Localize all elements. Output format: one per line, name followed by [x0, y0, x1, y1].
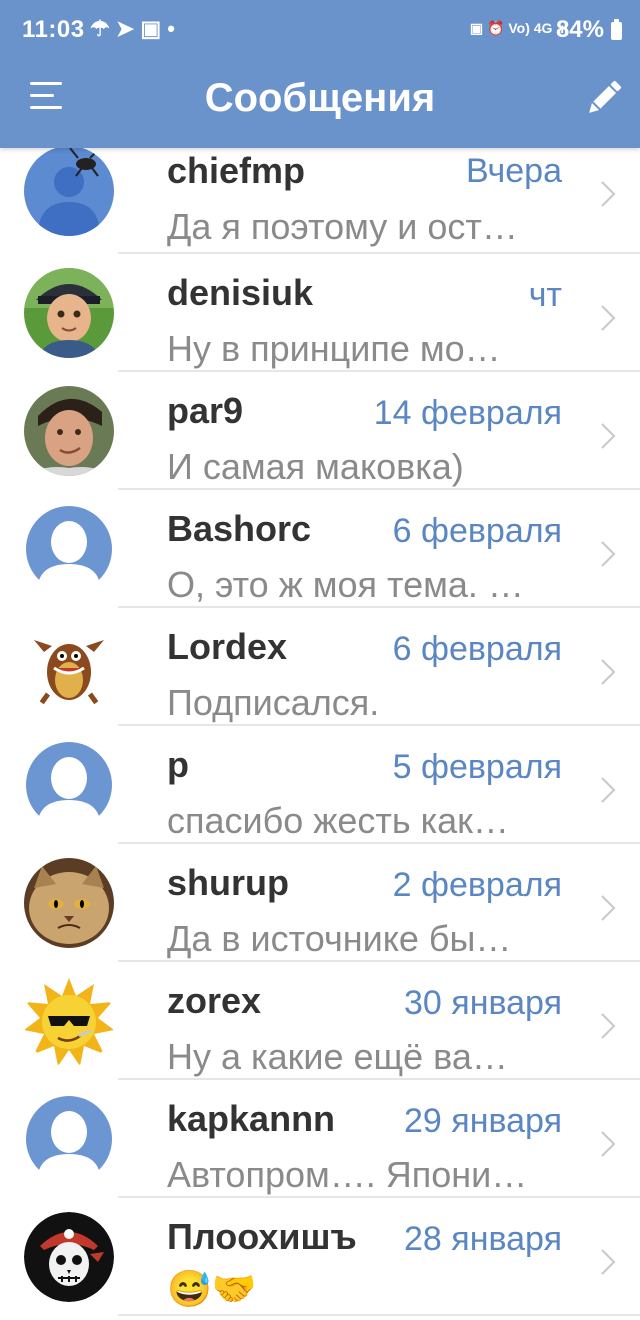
conversation-row[interactable]: shurup 2 февраля Да в источнике бы…: [0, 844, 640, 962]
message-preview: Подписался.: [167, 682, 380, 723]
conversation-row[interactable]: Bashorc 6 февраля О, это ж моя тема. …: [0, 490, 640, 608]
avatar: [24, 146, 114, 236]
conversation-row[interactable]: Lordex 6 февраля Подписался.: [0, 608, 640, 726]
divider: [118, 1314, 640, 1316]
avatar: [24, 1212, 114, 1302]
conversation-row[interactable]: denisiuk чт Ну в принципе мо…: [0, 254, 640, 372]
contact-name: chiefmp: [167, 150, 306, 191]
conversation-row[interactable]: Плоохишъ 28 января 😅🤝: [0, 1198, 640, 1316]
contact-name: shurup: [167, 862, 289, 903]
avatar: [24, 386, 114, 476]
status-time: 11:03: [22, 16, 85, 43]
message-preview: О, это ж моя тема. …: [167, 564, 524, 605]
avatar: [24, 740, 114, 830]
contact-name: zorex: [167, 980, 262, 1021]
chevron-right-icon: [601, 181, 616, 207]
notification-icons: ☂ ➤ ▣ •: [90, 16, 175, 41]
contact-name: Плоохишъ: [167, 1216, 357, 1257]
conversation-row[interactable]: p 5 февраля спасибо жесть как…: [0, 726, 640, 844]
page-title: Сообщения: [204, 76, 436, 120]
battery-icon: [611, 19, 622, 40]
message-date: 30 января: [404, 984, 562, 1022]
message-date: 6 февраля: [392, 630, 562, 668]
message-date: 14 февраля: [373, 394, 562, 432]
conversation-row[interactable]: chiefmp Вчера Да я поэтому и ост…: [0, 146, 640, 254]
message-date: 5 февраля: [392, 748, 562, 786]
avatar: [24, 1094, 114, 1184]
avatar: [24, 976, 114, 1066]
status-bar: 11:03 ☂ ➤ ▣ • ▣ ⏰ Vo) 4G .ıl 84%: [0, 0, 640, 62]
contact-name: denisiuk: [167, 272, 314, 313]
conversation-row[interactable]: kapkannn 29 января Автопром…. Япони…: [0, 1080, 640, 1198]
avatar: [24, 622, 114, 712]
chevron-right-icon: [601, 659, 616, 685]
contact-name: kapkannn: [167, 1098, 336, 1139]
message-preview: И самая маковка): [167, 446, 464, 487]
contact-name: p: [167, 744, 189, 785]
contact-name: Lordex: [167, 626, 288, 667]
message-preview: Автопром…. Япони…: [167, 1154, 528, 1195]
chevron-right-icon: [601, 1131, 616, 1157]
chevron-right-icon: [601, 423, 616, 449]
message-preview: Да я поэтому и ост…: [167, 206, 518, 247]
conversation-list: chiefmp Вчера Да я поэтому и ост… denisi…: [0, 146, 640, 1316]
message-date: 29 января: [404, 1102, 562, 1140]
message-preview: Ну а какие ещё ва…: [167, 1036, 508, 1077]
contact-name: Bashorc: [167, 508, 312, 549]
message-preview: спасибо жесть как…: [167, 800, 509, 841]
message-preview: Ну в принципе мо…: [167, 328, 501, 369]
battery-level: 84%: [555, 16, 604, 43]
message-date: 2 февраля: [392, 866, 562, 904]
chevron-right-icon: [601, 777, 616, 803]
chevron-right-icon: [601, 541, 616, 567]
app-header: 11:03 ☂ ➤ ▣ • ▣ ⏰ Vo) 4G .ıl 84% Сообщен…: [0, 0, 640, 148]
pencil-icon: [589, 80, 622, 113]
chevron-right-icon: [601, 1013, 616, 1039]
chevron-right-icon: [601, 305, 616, 331]
message-date: 6 февраля: [392, 512, 562, 550]
message-date: 28 января: [404, 1220, 562, 1258]
contact-name: par9: [167, 390, 244, 431]
avatar: [24, 504, 114, 594]
chevron-right-icon: [601, 895, 616, 921]
message-date: Вчера: [466, 152, 562, 190]
conversation-row[interactable]: par9 14 февраля И самая маковка): [0, 372, 640, 490]
system-icons: ▣ ⏰ Vo) 4G .ıl: [469, 20, 568, 36]
avatar: [24, 858, 114, 948]
message-date: чт: [528, 276, 562, 314]
compose-button[interactable]: [582, 76, 626, 120]
conversation-row[interactable]: zorex 30 января Ну а какие ещё ва…: [0, 962, 640, 1080]
avatar: [24, 268, 114, 358]
message-preview: 😅🤝: [167, 1268, 257, 1309]
chevron-right-icon: [601, 1249, 616, 1275]
message-preview: Да в источнике бы…: [167, 918, 512, 959]
